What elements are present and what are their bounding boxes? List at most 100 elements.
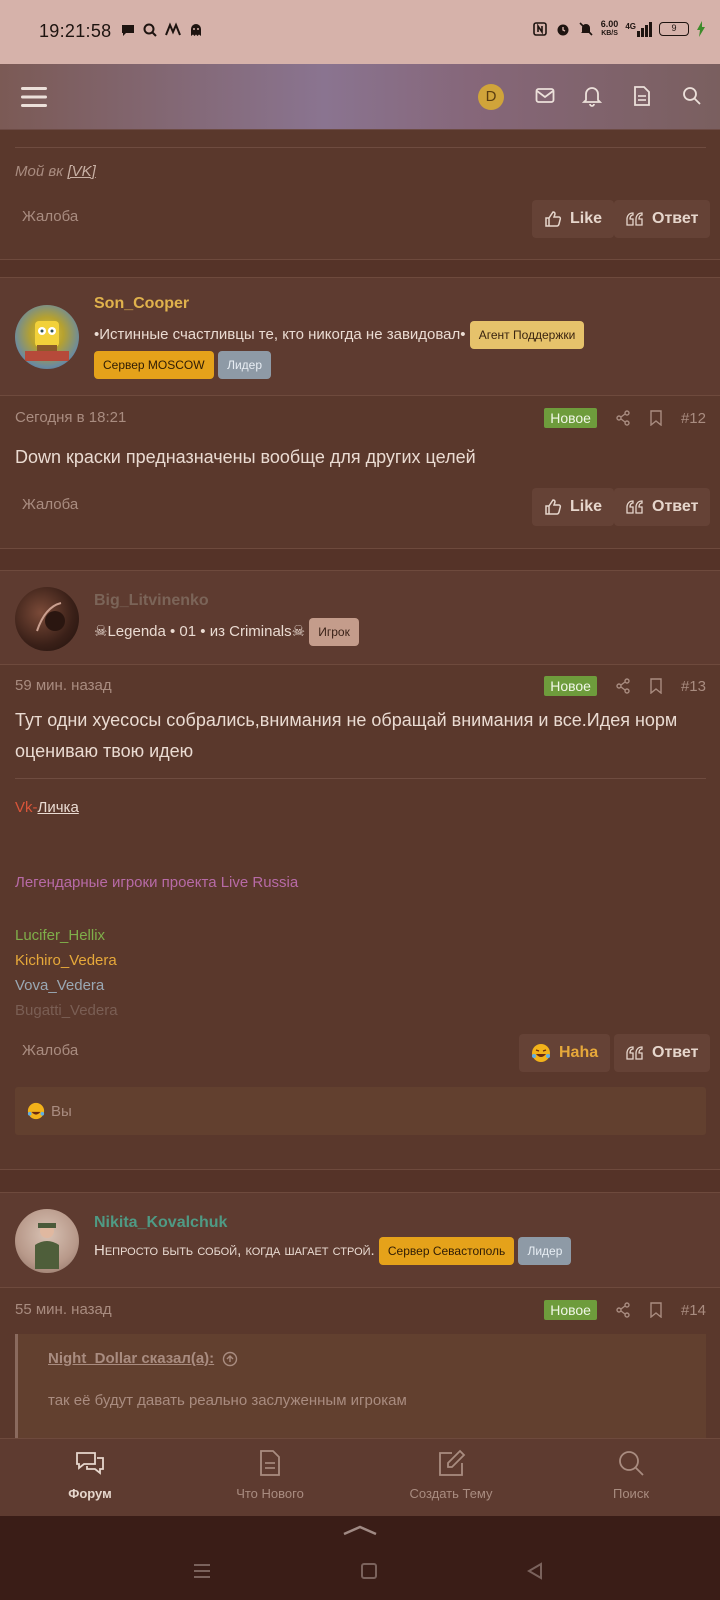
post-number[interactable]: #14: [681, 1302, 706, 1319]
thumbs-up-icon: [545, 211, 562, 227]
chat-bubble-icon: [122, 25, 134, 36]
reply-button[interactable]: Ответ: [614, 488, 711, 526]
status-time: 19:21:58: [39, 21, 112, 41]
laughing-emoji-icon: [532, 1044, 550, 1062]
avatar-picture: [25, 321, 69, 361]
status-system-icons: 6.00 KB/S 4G 9: [532, 20, 706, 38]
avatar-big-litvinenko[interactable]: [15, 587, 79, 651]
post-12-body: Сегодня в 18:21 Новое #12 Down краски пр…: [0, 396, 720, 549]
post-14-body: 55 мин. назад Новое #14 Night_Dollar ска…: [0, 1288, 720, 1438]
post-time[interactable]: 55 мин. назад: [15, 1301, 112, 1318]
post-meta-actions: Новое #14: [544, 1300, 706, 1320]
share-icon[interactable]: [615, 1302, 631, 1318]
bookmark-icon[interactable]: [649, 1302, 663, 1318]
quote-icon: [626, 500, 643, 514]
user-avatar[interactable]: D: [478, 84, 504, 110]
tab-create-topic[interactable]: Создать Тему: [376, 1449, 526, 1501]
vk-link[interactable]: Vk: [15, 799, 33, 816]
quote-icon: [626, 1046, 643, 1060]
search-icon: [619, 1451, 644, 1476]
app-m-icon: [165, 22, 181, 36]
laughing-emoji-icon: [27, 1102, 45, 1120]
signature-divider: [15, 778, 706, 779]
username[interactable]: Big_Litvinenko: [94, 592, 209, 610]
quote-icon: [626, 212, 643, 226]
vk-link[interactable]: [VK]: [67, 163, 95, 180]
bookmark-icon[interactable]: [649, 410, 663, 426]
post-time[interactable]: Сегодня в 18:21: [15, 409, 126, 426]
quote-block: Night_Dollar сказал(а): так её будут дав…: [15, 1334, 706, 1438]
search-icon[interactable]: [682, 86, 702, 106]
like-button[interactable]: Like: [532, 488, 615, 526]
like-button[interactable]: Like: [532, 200, 615, 238]
post-11: Мой вк [VK] Жалоба Like Ответ: [0, 130, 720, 260]
quote-text: так её будут давать реально заслуженным …: [48, 1392, 407, 1409]
report-link[interactable]: Жалоба: [22, 1042, 78, 1059]
post-number[interactable]: #12: [681, 410, 706, 427]
status-notification-icons: [120, 22, 204, 38]
player-name: Bugatti_Vedera: [15, 1002, 118, 1019]
post-12-user-header: Son_Cooper •Истинные счастливцы те, кто …: [0, 277, 720, 396]
username[interactable]: Son_Cooper: [94, 295, 189, 313]
avatar-picture: [35, 1223, 59, 1269]
avatar-son-cooper[interactable]: [15, 305, 79, 369]
bell-icon[interactable]: [582, 85, 602, 107]
post-number[interactable]: #13: [681, 678, 706, 695]
signature-divider: [15, 147, 706, 148]
badge-role: Игрок: [309, 618, 359, 646]
mute-icon: [579, 22, 593, 36]
thread-content: Мой вк [VK] Жалоба Like Ответ Son_Cooper…: [0, 130, 720, 1438]
post-time[interactable]: 59 мин. назад: [15, 677, 112, 694]
document-icon[interactable]: [633, 85, 651, 107]
tab-whats-new[interactable]: Что Нового: [195, 1449, 345, 1501]
mail-icon[interactable]: [535, 87, 555, 105]
share-icon[interactable]: [615, 678, 631, 694]
thumbs-up-icon: [545, 499, 562, 515]
new-badge: Новое: [544, 676, 597, 696]
chevron-up-icon[interactable]: [342, 1524, 378, 1536]
hamburger-menu-icon[interactable]: [20, 83, 48, 111]
reply-button[interactable]: Ответ: [614, 200, 711, 238]
badge-role: Лидер: [218, 351, 271, 379]
avatar-nikita-kovalchuk[interactable]: [15, 1209, 79, 1273]
new-badge: Новое: [544, 408, 597, 428]
back-icon[interactable]: [526, 1562, 544, 1580]
signature-player-list: Lucifer_Hellix Kichiro_Vedera Vova_Veder…: [15, 923, 118, 1023]
report-link[interactable]: Жалоба: [22, 208, 78, 225]
new-badge: Новое: [544, 1300, 597, 1320]
tab-forum[interactable]: Форум: [15, 1449, 165, 1501]
status-bar: 19:21:58 6.00 KB/S 4G 9: [0, 0, 720, 64]
signature: Мой вк [VK]: [15, 163, 96, 180]
chat-bubbles-icon: [76, 1452, 104, 1475]
quote-author[interactable]: Night_Dollar сказал(а):: [48, 1350, 238, 1367]
tab-search[interactable]: Поиск: [556, 1449, 706, 1501]
alarm-icon: [557, 24, 569, 36]
signature-legend-title: Легендарные игроки проекта Live Russia: [15, 874, 299, 891]
recent-apps-icon[interactable]: [192, 1562, 212, 1580]
post-text: Down краски предназначены вообще для дру…: [15, 447, 476, 467]
badge-support: Агент Поддержки: [469, 321, 585, 349]
bookmark-icon[interactable]: [649, 678, 663, 694]
post-text: Тут одни хуесосы собрались,внимания не о…: [15, 710, 678, 761]
badge-server: Сервер Севастополь: [378, 1237, 515, 1265]
username[interactable]: Nikita_Kovalchuk: [94, 1214, 227, 1232]
charging-icon: [697, 21, 705, 37]
share-icon[interactable]: [615, 410, 631, 426]
edit-icon: [439, 1449, 466, 1476]
reaction-summary[interactable]: Вы: [15, 1087, 706, 1135]
post-13-body: 59 мин. назад Новое #13 Тут одни хуесосы…: [0, 665, 720, 1170]
report-link[interactable]: Жалоба: [22, 496, 78, 513]
personal-link[interactable]: Личка: [38, 799, 79, 816]
user-title: Непросто быть собой, когда шагает строй.…: [94, 1237, 572, 1265]
home-icon[interactable]: [360, 1562, 378, 1580]
player-name: Kichiro_Vedera: [15, 952, 117, 969]
bottom-navigation: Форум Что Нового Создать Тему Поиск: [0, 1438, 720, 1516]
arrow-up-circle-icon: [222, 1351, 238, 1366]
reply-button[interactable]: Ответ: [614, 1034, 711, 1072]
haha-reaction-button[interactable]: Haha: [519, 1034, 611, 1072]
nfc-icon: [532, 22, 547, 36]
badge-server: Сервер MOSCOW: [94, 351, 214, 379]
badge-row: Сервер MOSCOW Лидер: [94, 351, 271, 379]
badge-role: Лидер: [518, 1237, 572, 1265]
signature-links: Vk-Личка: [15, 799, 79, 816]
